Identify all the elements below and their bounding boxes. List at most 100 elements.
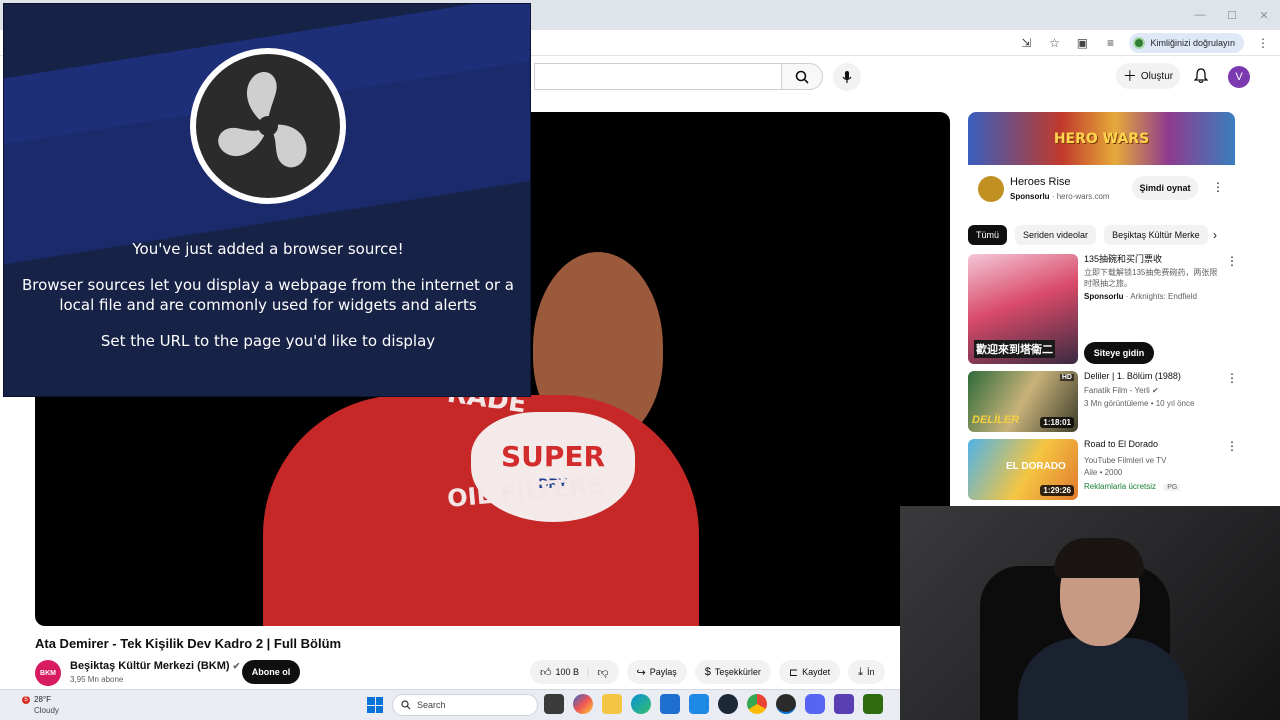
verified-shield-icon: [1133, 37, 1146, 49]
recommendation-line2: 时限抽之旅。: [1084, 279, 1132, 288]
sponsored-ad-card[interactable]: HERO WARS Heroes Rise Sponsorlu · hero-w…: [968, 112, 1235, 214]
more-options-icon[interactable]: ⋮: [1226, 439, 1238, 453]
recommendation-meta: Aile • 2000: [1084, 468, 1123, 477]
obs-icon[interactable]: [776, 694, 796, 714]
more-options-icon[interactable]: ⋮: [1226, 254, 1238, 268]
action-divider: |: [587, 667, 590, 677]
account-avatar[interactable]: V: [1228, 66, 1250, 88]
channel-name-text: Fanatik Film - Yerli: [1084, 386, 1150, 395]
performer-shirt: [263, 395, 699, 626]
file-explorer-icon[interactable]: [602, 694, 622, 714]
go-to-site-button[interactable]: Siteye gidin: [1084, 342, 1154, 364]
recommendation-free-tag: Reklamlarla ücretsiz PG: [1084, 482, 1181, 491]
reading-list-icon[interactable]: ≡: [1101, 34, 1119, 52]
maximize-icon[interactable]: ☐: [1216, 0, 1248, 30]
steam-icon[interactable]: [718, 694, 738, 714]
recommendation-thumbnail[interactable]: DELİLER HD 1:18:01: [968, 371, 1078, 432]
ad-more-options-icon[interactable]: ⋮: [1212, 180, 1224, 194]
notifications-button[interactable]: [1191, 66, 1211, 86]
edge-icon[interactable]: [631, 694, 651, 714]
bookmark-icon: ⊏: [788, 666, 799, 679]
copilot-icon[interactable]: [573, 694, 593, 714]
start-tile: [375, 705, 383, 713]
ad-meta: Sponsorlu · hero-wars.com: [1010, 192, 1110, 201]
recommendation-line1: 立即下载解锁135抽免费碗药，两张限: [1084, 268, 1218, 277]
share-button[interactable]: ↪ Paylaş: [626, 660, 687, 684]
obs-logo-graphic: [196, 54, 340, 198]
channel-avatar[interactable]: BKM: [35, 660, 61, 686]
discord-icon[interactable]: [805, 694, 825, 714]
search-icon: [795, 70, 809, 84]
recommendation-title[interactable]: Deliler | 1. Bölüm (1988): [1084, 371, 1224, 382]
recommendation-title[interactable]: 135抽碗和买门票收: [1084, 254, 1224, 265]
verify-identity-button[interactable]: Kimliğinizi doğrulayın: [1129, 33, 1244, 53]
weather-temperature: 28°F: [34, 695, 51, 704]
ad-title[interactable]: Heroes Rise: [1010, 176, 1071, 188]
recommendation-title[interactable]: Road to El Dorado: [1084, 439, 1224, 450]
chip-channel[interactable]: Beşiktaş Kültür Merke: [1104, 225, 1208, 245]
play-now-button[interactable]: Şimdi oynat: [1132, 176, 1198, 200]
obs-heading: You've just added a browser source!: [132, 240, 404, 258]
share-icon: ↪: [636, 666, 646, 679]
recommendation-stats: 3 Mn görüntüleme • 10 yıl önce: [1084, 399, 1195, 408]
weather-widget[interactable]: 5 28°F Cloudy: [18, 694, 78, 718]
recommendation-item[interactable]: DELİLER HD 1:18:01 Deliler | 1. Bölüm (1…: [968, 371, 1238, 433]
video-duration: 1:29:26: [1040, 485, 1074, 496]
download-button[interactable]: ⤓ İn: [848, 660, 885, 684]
game-launcher-icon[interactable]: [689, 694, 709, 714]
recommendation-channel: Fanatik Film - Yerli ✔: [1084, 386, 1159, 395]
microphone-icon: [842, 71, 852, 83]
save-label: Kaydet: [802, 667, 831, 677]
chip-series-videos[interactable]: Seriden videolar: [1015, 225, 1097, 245]
more-options-icon[interactable]: ⋮: [1226, 371, 1238, 385]
save-button[interactable]: ⊏ Kaydet: [778, 660, 841, 684]
like-button[interactable]: 👍︎ 100 B | 👎︎: [530, 660, 619, 684]
search-button[interactable]: [781, 63, 823, 90]
notification-badge: 5: [22, 696, 30, 704]
store-icon[interactable]: [660, 694, 680, 714]
verify-identity-label: Kimliğinizi doğrulayın: [1150, 38, 1235, 48]
nvidia-icon[interactable]: [863, 694, 883, 714]
youtube-search-input[interactable]: [534, 63, 784, 90]
subscribe-button[interactable]: Abone ol: [242, 660, 300, 684]
windows-start-icon[interactable]: [367, 697, 383, 713]
task-view-icon[interactable]: [544, 694, 564, 714]
channel-name-text: Beşiktaş Kültür Merkezi (BKM): [70, 660, 230, 672]
recommendation-item[interactable]: 歡迎來到塔衛二 135抽碗和买门票收 立即下载解锁135抽免费碗药，两张限 时限…: [968, 254, 1238, 366]
taskbar-apps: [544, 694, 883, 716]
minimize-icon[interactable]: —: [1184, 0, 1216, 30]
create-button[interactable]: ＋ Oluştur: [1116, 63, 1180, 89]
chip-all[interactable]: Tümü: [968, 225, 1008, 245]
shirt-badge-main: SUPER: [500, 440, 606, 473]
window-controls: — ☐ ✕: [1184, 0, 1280, 30]
side-panel-icon[interactable]: ▣: [1073, 34, 1091, 52]
obs-logo-icon: [190, 48, 346, 204]
thumbs-down-icon[interactable]: 👎︎: [597, 666, 608, 679]
rating-badge: PG: [1164, 484, 1181, 491]
sponsored-label: Sponsorlu: [1084, 292, 1124, 301]
recommendation-thumbnail[interactable]: EL DORADO 1:29:26: [968, 439, 1078, 500]
voice-search-button[interactable]: [833, 63, 861, 91]
recommendation-channel: YouTube Filmleri ve TV: [1084, 456, 1167, 465]
close-icon[interactable]: ✕: [1248, 0, 1280, 30]
hd-badge: HD: [1059, 374, 1074, 381]
recommendation-item[interactable]: EL DORADO 1:29:26 Road to El Dorado YouT…: [968, 439, 1238, 501]
ad-banner-image[interactable]: HERO WARS: [968, 112, 1235, 165]
bookmark-star-icon[interactable]: ☆: [1045, 34, 1063, 52]
taskbar-search[interactable]: Search: [392, 694, 538, 716]
thanks-button[interactable]: $ Teşekkürler: [694, 660, 771, 684]
webcam-overlay: [900, 506, 1280, 720]
video-title: Ata Demirer - Tek Kişilik Dev Kadro 2 | …: [35, 636, 342, 651]
sponsored-label: Sponsorlu: [1010, 192, 1050, 201]
chevron-right-icon[interactable]: ›: [1213, 228, 1217, 242]
recommendation-thumbnail[interactable]: 歡迎來到塔衛二: [968, 254, 1078, 364]
channel-name[interactable]: Beşiktaş Kültür Merkezi (BKM) ✔: [70, 660, 240, 672]
thumb-caption: 歡迎來到塔衛二: [974, 340, 1055, 358]
free-with-ads-label: Reklamlarla ücretsiz: [1084, 482, 1157, 491]
like-count: 100 B: [555, 667, 580, 677]
verified-badge-icon: ✔: [232, 661, 241, 671]
install-app-icon[interactable]: ⇲: [1017, 34, 1035, 52]
browser-menu-icon[interactable]: ⋮: [1254, 34, 1272, 52]
capture-app-icon[interactable]: [834, 694, 854, 714]
chrome-icon[interactable]: [747, 694, 767, 714]
